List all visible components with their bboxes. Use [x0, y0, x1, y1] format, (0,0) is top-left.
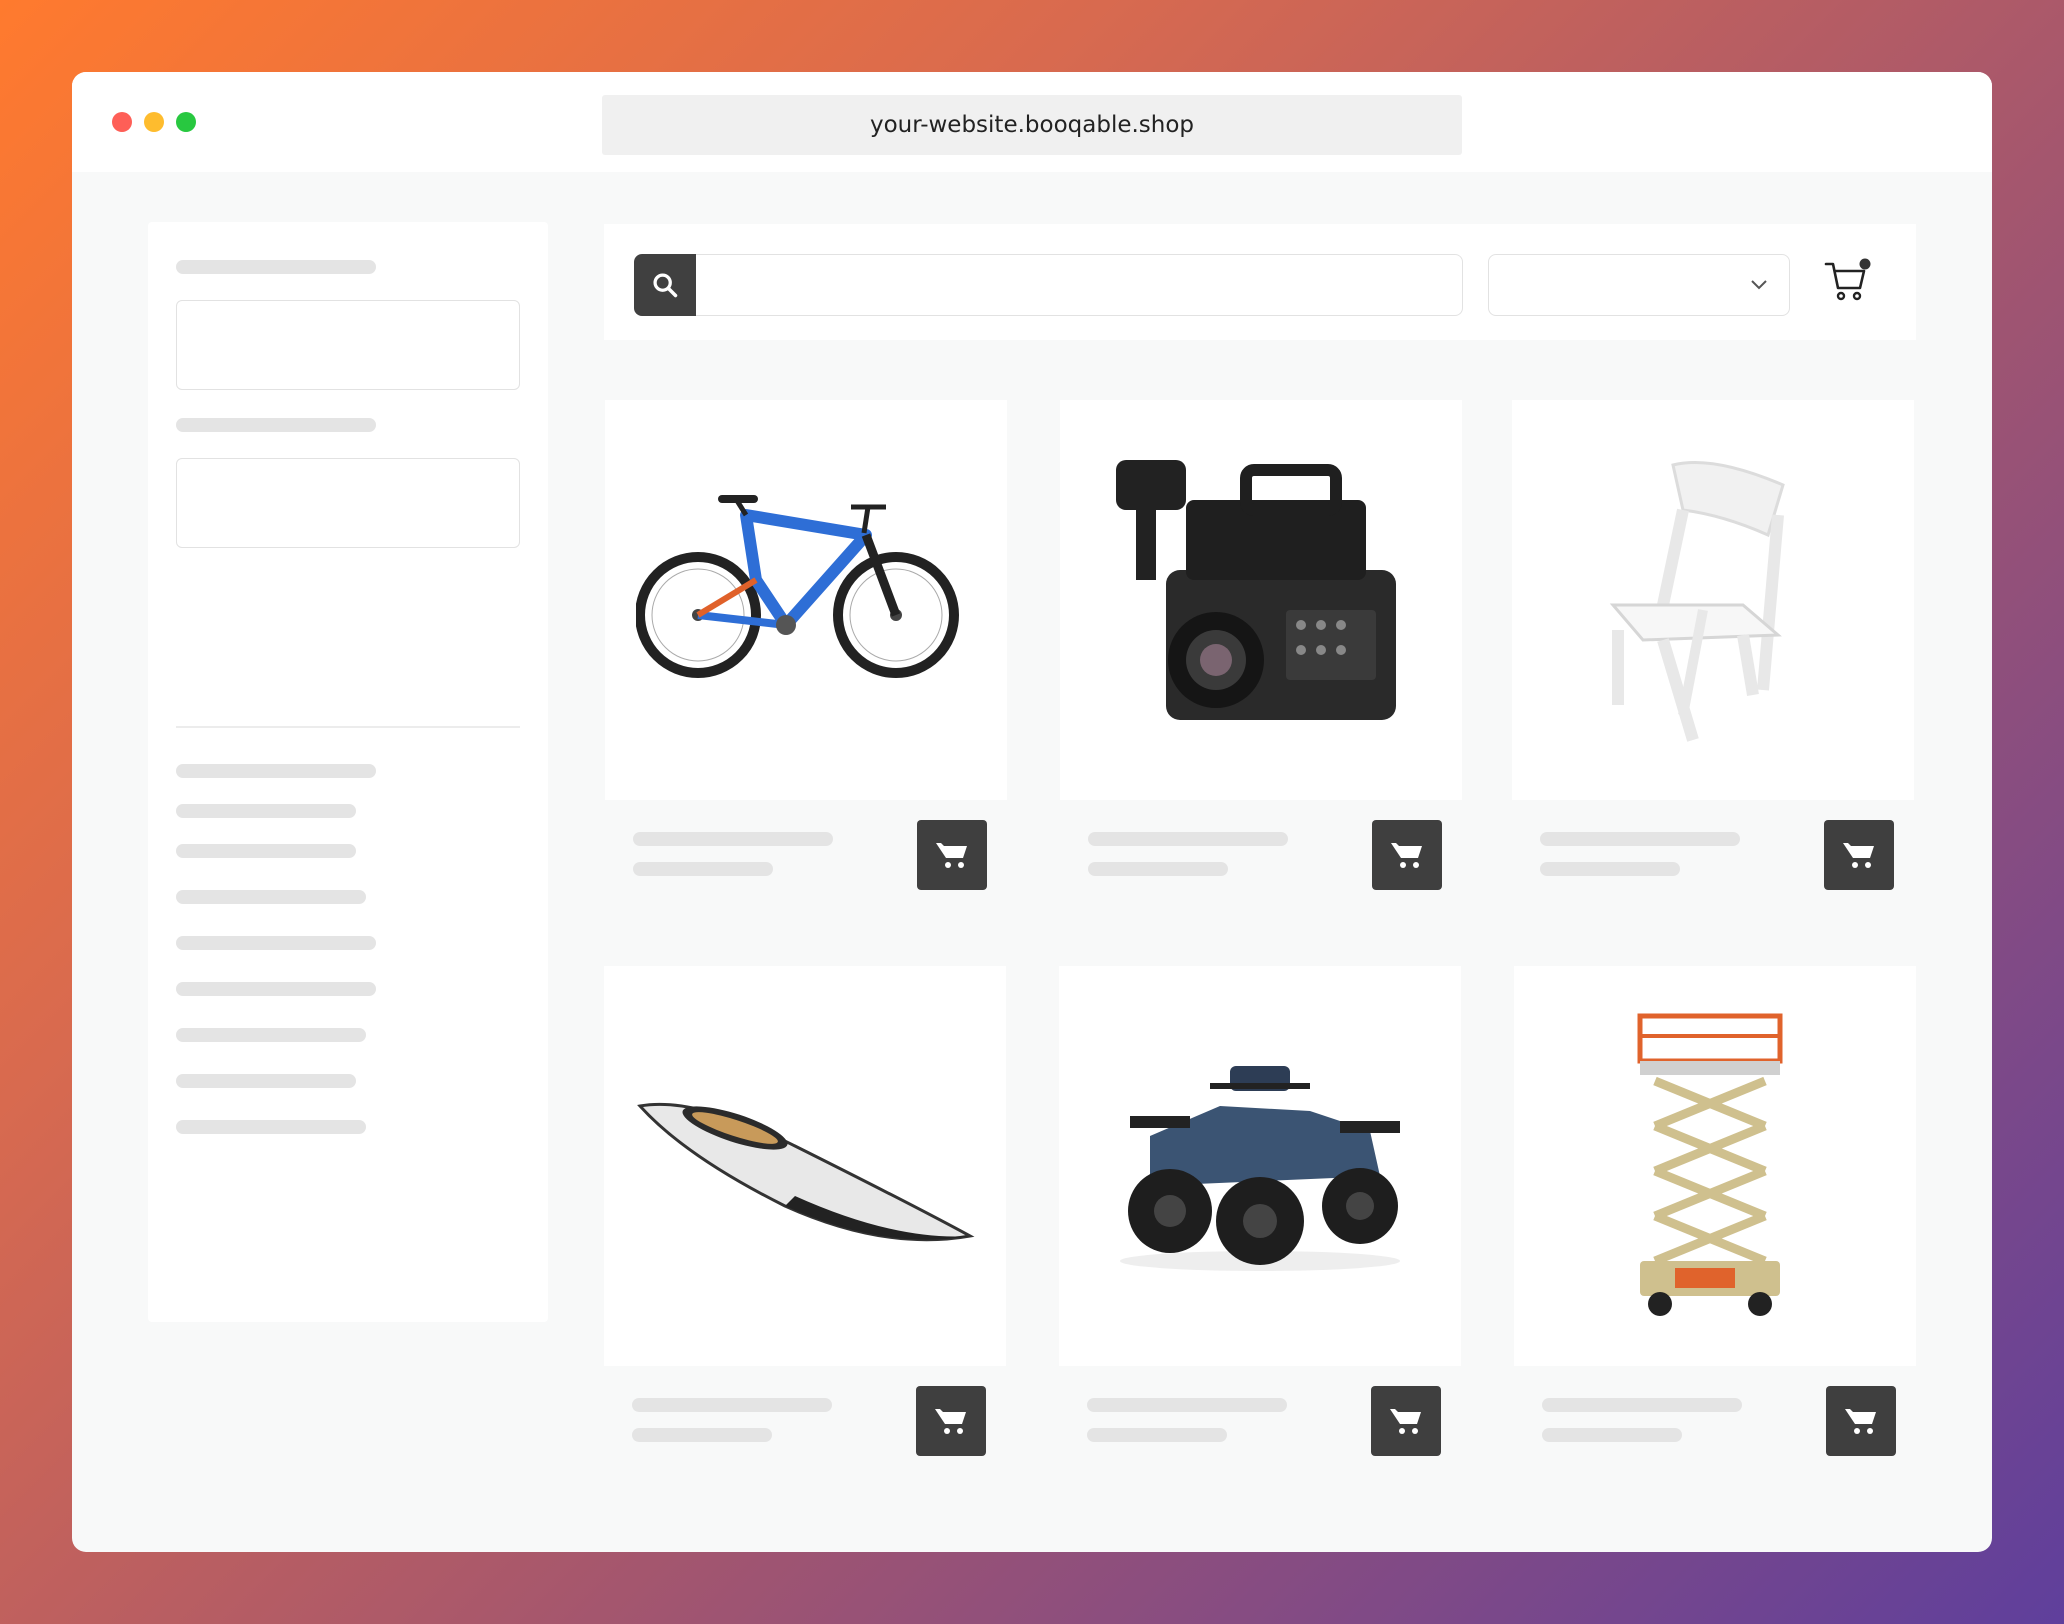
scissor-lift-illustration [1637, 1013, 1783, 1316]
category-item-placeholder[interactable] [176, 1074, 356, 1088]
search-button[interactable] [634, 254, 696, 316]
add-to-cart-button[interactable] [1824, 820, 1894, 890]
cart-button[interactable] [1824, 258, 1872, 309]
product-name-placeholder [632, 1398, 832, 1412]
product-price-placeholder [1087, 1428, 1227, 1442]
product-image-sony-cinema-camera[interactable] [1060, 400, 1462, 800]
product-name-placeholder [1540, 832, 1740, 846]
chair-illustration [1609, 461, 1785, 742]
category-item-placeholder[interactable] [176, 982, 376, 996]
search-input[interactable] [696, 254, 1463, 316]
product-name-placeholder [1088, 832, 1288, 846]
product-price-placeholder [1540, 862, 1680, 876]
search-icon [653, 273, 678, 298]
category-item-placeholder[interactable] [176, 1028, 366, 1042]
product-name-placeholder [1087, 1398, 1287, 1412]
add-to-cart-button[interactable] [1826, 1386, 1896, 1456]
browser-window: your-website.booqable.shop [72, 72, 1992, 1552]
category-item-placeholder[interactable] [176, 890, 366, 904]
category-item-placeholder[interactable] [176, 936, 376, 950]
shopping-cart-icon [1843, 843, 1874, 868]
camera-illustration [1116, 460, 1396, 720]
add-to-cart-button[interactable] [917, 820, 987, 890]
sidebar-divider [176, 726, 520, 728]
product-image-atv-quad[interactable] [1059, 966, 1461, 1366]
product-price-placeholder [1088, 862, 1228, 876]
shopping-cart-icon [936, 843, 967, 868]
shopping-cart-icon [1824, 258, 1871, 301]
product-card[interactable] [1060, 400, 1462, 910]
category-item-placeholder[interactable] [176, 844, 356, 858]
close-window-dot[interactable] [112, 112, 132, 132]
category-item-placeholder[interactable] [176, 764, 376, 778]
kayak-illustration [637, 1102, 975, 1242]
product-card[interactable] [1514, 966, 1916, 1476]
minimize-window-dot[interactable] [144, 112, 164, 132]
shopping-cart-icon [1391, 843, 1422, 868]
shopping-cart-icon [1845, 1409, 1876, 1434]
product-image-white-folding-chair[interactable] [1512, 400, 1914, 800]
bike-illustration [636, 495, 959, 678]
product-name-placeholder [633, 832, 833, 846]
product-image-scissor-lift[interactable] [1514, 966, 1916, 1366]
atv-illustration [1120, 1066, 1400, 1271]
shop-toolbar [604, 224, 1916, 340]
product-card[interactable] [1512, 400, 1914, 910]
add-to-cart-button[interactable] [1372, 820, 1442, 890]
filter-input-box[interactable] [176, 458, 520, 548]
product-price-placeholder [633, 862, 773, 876]
chevron-down-icon [1751, 280, 1767, 290]
product-card[interactable] [1059, 966, 1461, 1476]
product-card[interactable] [604, 966, 1006, 1476]
product-price-placeholder [632, 1428, 772, 1442]
shopping-cart-icon [935, 1409, 966, 1434]
address-bar[interactable]: your-website.booqable.shop [602, 95, 1462, 155]
product-price-placeholder [1542, 1428, 1682, 1442]
shopping-cart-icon [1390, 1409, 1421, 1434]
maximize-window-dot[interactable] [176, 112, 196, 132]
product-image-mountain-bike[interactable] [605, 400, 1007, 800]
filter-sidebar [148, 222, 548, 1322]
filter-label-placeholder [176, 418, 376, 432]
add-to-cart-button[interactable] [916, 1386, 986, 1456]
product-image-kayak[interactable] [604, 966, 1006, 1366]
product-name-placeholder [1542, 1398, 1742, 1412]
filter-label-placeholder [176, 260, 376, 274]
browser-titlebar: your-website.booqable.shop [72, 72, 1992, 172]
add-to-cart-button[interactable] [1371, 1386, 1441, 1456]
sort-select[interactable] [1488, 254, 1790, 316]
category-item-placeholder[interactable] [176, 1120, 366, 1134]
product-card[interactable] [605, 400, 1007, 910]
category-item-placeholder[interactable] [176, 804, 356, 818]
filter-input-box[interactable] [176, 300, 520, 390]
